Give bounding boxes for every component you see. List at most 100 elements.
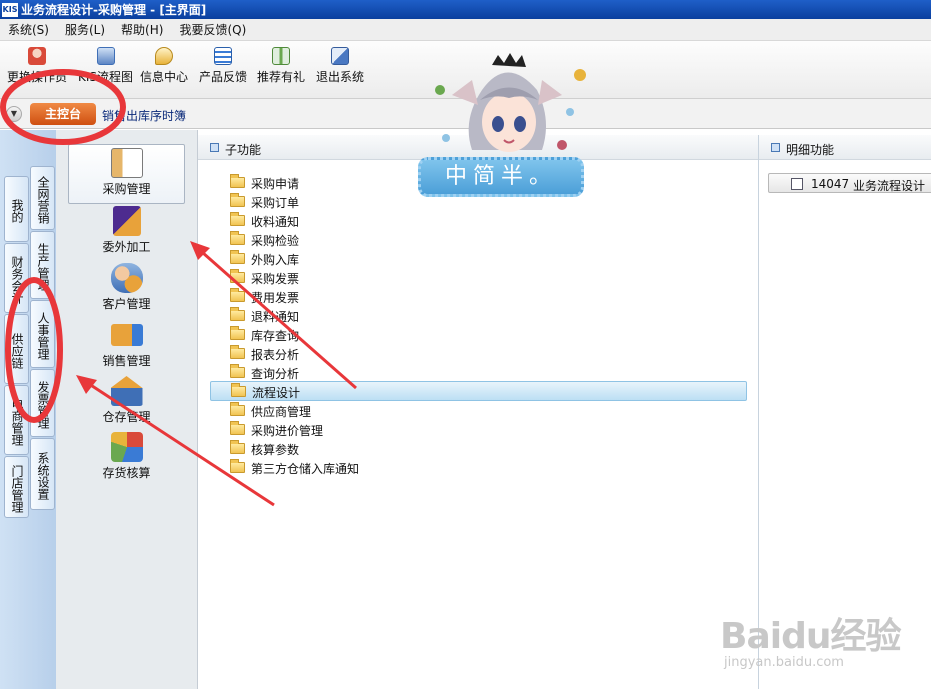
subfunction-panel: 子功能 采购申请 采购订单 收料通知 采购检验 外购入库 采购发票 费用发票 退… — [198, 135, 759, 689]
subfunction-item-selected[interactable]: 流程设计 — [210, 381, 747, 401]
folder-icon — [230, 212, 245, 226]
panel-bullet-icon — [210, 143, 219, 152]
tab-sales-outbound-ledger[interactable]: 销售出库序时簿 — [102, 107, 186, 124]
decor-dot — [557, 140, 567, 150]
folder-icon — [230, 231, 245, 245]
sales-truck-icon — [110, 324, 143, 346]
folder-icon — [231, 383, 246, 397]
detail-header-label: 明细功能 — [786, 143, 835, 157]
folder-icon — [230, 288, 245, 302]
subfunction-item-label: 核算参数 — [251, 443, 300, 457]
recommend-gift-label: 推荐有礼 — [257, 70, 306, 84]
subfunction-item-label: 采购进价管理 — [251, 424, 324, 438]
module-outsourcing-label: 委外加工 — [102, 240, 151, 254]
folder-icon — [230, 345, 245, 359]
module-outsourcing[interactable]: 委外加工 — [68, 206, 185, 262]
module-warehouse-label: 仓存管理 — [102, 410, 151, 424]
tab-list-dropdown-icon[interactable]: ▼ — [6, 106, 22, 122]
subfunction-item[interactable]: 采购发票 — [210, 268, 747, 287]
side-tab-supply-chain[interactable]: 供应链 — [4, 314, 29, 384]
module-sales-label: 销售管理 — [102, 354, 151, 368]
module-purchase-label: 采购管理 — [102, 182, 151, 196]
switch-operator-button[interactable]: 更换操作员 — [7, 47, 67, 85]
exit-system-label: 退出系统 — [316, 70, 365, 84]
subfunction-item[interactable]: 收料通知 — [210, 211, 747, 230]
side-tab-production[interactable]: 生产管理 — [30, 231, 55, 299]
flowchart-icon — [96, 47, 115, 65]
subfunction-header-label: 子功能 — [225, 143, 262, 157]
menu-bar: 系统(S) 服务(L) 帮助(H) 我要反馈(Q) — [0, 19, 931, 41]
detail-item-name: 业务流程设计 — [853, 179, 926, 193]
baidu-watermark: Baidu经验 jingyan.baidu.com — [720, 607, 920, 670]
subfunction-item[interactable]: 报表分析 — [210, 344, 747, 363]
side-tab-system-settings[interactable]: 系统设置 — [30, 438, 55, 510]
subfunction-item[interactable]: 第三方仓储入库通知 — [210, 458, 747, 477]
side-tab-ecommerce[interactable]: 电商管理 — [4, 385, 29, 455]
subfunction-item[interactable]: 费用发票 — [210, 287, 747, 306]
subfunction-item[interactable]: 供应商管理 — [210, 401, 747, 420]
detail-item-process-design[interactable]: 14047 业务流程设计 — [768, 173, 931, 193]
subfunction-item[interactable]: 核算参数 — [210, 439, 747, 458]
mascot-banner: 中简半。 — [418, 157, 584, 197]
subfunction-item-label: 退料通知 — [251, 310, 300, 324]
customer-icon — [110, 263, 143, 293]
module-inventory-accounting[interactable]: 存货核算 — [68, 432, 185, 488]
subfunction-item[interactable]: 采购检验 — [210, 230, 747, 249]
side-tab-finance[interactable]: 财务会计 — [4, 243, 29, 313]
menu-service[interactable]: 服务(L) — [57, 21, 113, 38]
warehouse-icon — [110, 376, 143, 406]
folder-icon — [230, 440, 245, 454]
module-customer[interactable]: 客户管理 — [68, 263, 185, 319]
subfunction-item-label: 查询分析 — [251, 367, 300, 381]
subfunction-item-label: 报表分析 — [251, 348, 300, 362]
exit-icon — [331, 47, 349, 65]
window-title: 业务流程设计-采购管理 - [主界面] — [21, 3, 207, 17]
recommend-gift-button[interactable]: 推荐有礼 — [257, 47, 305, 85]
subfunction-item-label: 供应商管理 — [251, 405, 312, 419]
kis-flowchart-label: KIS流程图 — [78, 70, 134, 84]
message-icon — [155, 47, 173, 65]
tab-main-console[interactable]: 主控台 — [30, 103, 96, 125]
side-tab-network-marketing[interactable]: 全网营销 — [30, 166, 55, 230]
detail-panel: 明细功能 14047 业务流程设计 — [759, 135, 931, 689]
subfunction-item[interactable]: 退料通知 — [210, 306, 747, 325]
module-warehouse[interactable]: 仓存管理 — [68, 376, 185, 432]
gift-icon — [272, 47, 290, 65]
product-feedback-button[interactable]: 产品反馈 — [199, 47, 247, 85]
decor-dot — [442, 134, 450, 142]
subfunction-item[interactable]: 查询分析 — [210, 363, 747, 382]
title-bar: KIS 业务流程设计-采购管理 - [主界面] — [0, 0, 931, 19]
subfunction-item[interactable]: 外购入库 — [210, 249, 747, 268]
outsourcing-icon — [112, 206, 141, 236]
menu-help[interactable]: 帮助(H) — [113, 21, 171, 38]
detail-header: 明细功能 — [759, 135, 931, 160]
info-center-label: 信息中心 — [140, 70, 189, 84]
folder-icon — [230, 174, 245, 188]
kis-app-icon: KIS — [2, 2, 18, 17]
side-tab-my-kis[interactable]: 我的KIS — [0, 176, 29, 242]
folder-icon — [230, 193, 245, 207]
subfunction-item-label: 收料通知 — [251, 215, 300, 229]
folder-icon — [230, 250, 245, 264]
switch-operator-label: 更换操作员 — [7, 70, 68, 84]
document-icon — [791, 178, 803, 190]
subfunction-item[interactable]: 采购进价管理 — [210, 420, 747, 439]
decor-dot — [435, 85, 445, 95]
subfunction-item-label: 费用发票 — [251, 291, 300, 305]
module-sales[interactable]: 销售管理 — [68, 320, 185, 376]
module-purchase[interactable]: 采购管理 — [68, 144, 185, 204]
side-tab-invoice[interactable]: 发票管理 — [30, 369, 55, 437]
category-tabs: 我的KIS 全网营销 财务会计 生产管理 供应链 人事管理 电商管理 发票管理 … — [0, 130, 56, 689]
exit-system-button[interactable]: 退出系统 — [316, 47, 364, 85]
side-tab-hr[interactable]: 人事管理 — [30, 300, 55, 368]
subfunction-item[interactable]: 库存查询 — [210, 325, 747, 344]
module-panel: 采购管理 委外加工 客户管理 销售管理 仓存管理 存货核算 — [56, 130, 198, 689]
info-center-button[interactable]: 信息中心 — [140, 47, 188, 85]
kis-flowchart-button[interactable]: KIS流程图 — [78, 47, 133, 85]
menu-system[interactable]: 系统(S) — [0, 21, 57, 38]
feedback-icon — [214, 47, 232, 65]
menu-feedback[interactable]: 我要反馈(Q) — [171, 21, 254, 38]
side-tab-store[interactable]: 门店管理 — [4, 456, 29, 518]
folder-icon — [230, 459, 245, 473]
watermark-logo: Baidu经验 — [720, 616, 901, 657]
